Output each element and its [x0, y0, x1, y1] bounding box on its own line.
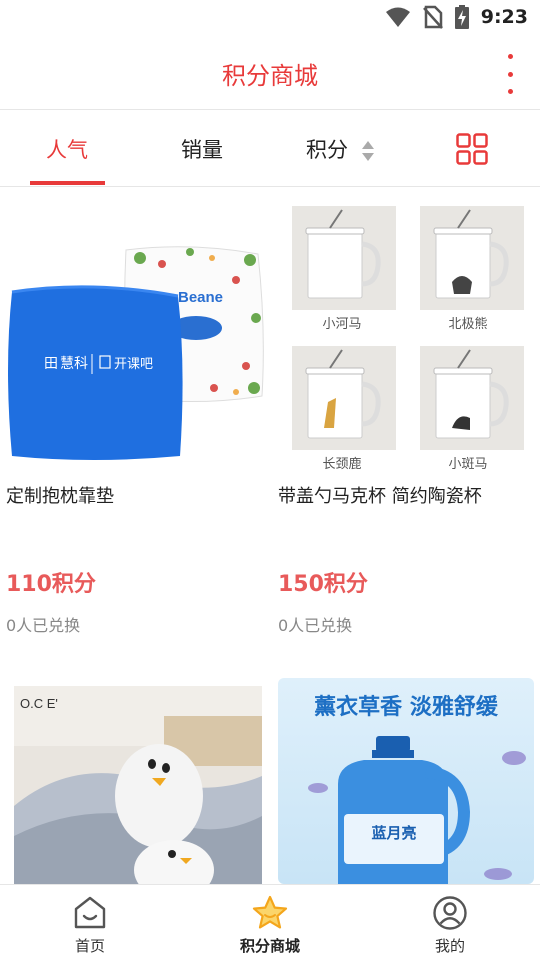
- nav-label: 首页: [74, 937, 105, 955]
- product-image-mugs: 小河马 北极熊 长颈鹿 小斑马: [272, 188, 540, 478]
- sort-arrows-icon: [361, 141, 374, 161]
- dot-icon: [507, 71, 513, 77]
- tab-sales[interactable]: 销量: [181, 135, 223, 165]
- profile-icon: [433, 896, 467, 930]
- more-options-button[interactable]: [502, 54, 518, 94]
- app-header: 积分商城: [0, 36, 540, 110]
- product-card[interactable]: Lo Beane 田 慧科 开课吧 定制抱枕靠垫 110积分 0人已兑换: [0, 188, 270, 658]
- product-name: 定制抱枕靠垫: [6, 486, 114, 507]
- product-card[interactable]: O.C E': [14, 686, 262, 884]
- product-card[interactable]: 薰衣草香 淡雅舒缓 蓝月亮: [278, 678, 534, 884]
- nav-label: 积分商城: [239, 937, 300, 955]
- dot-icon: [507, 54, 513, 59]
- no-sim-icon: [422, 5, 443, 29]
- svg-text:开课吧: 开课吧: [114, 356, 153, 371]
- svg-text:小河马: 小河马: [322, 317, 361, 332]
- product-price: 150积分: [278, 572, 368, 597]
- tab-points[interactable]: 积分: [306, 135, 375, 165]
- product-image-pillows: Lo Beane 田 慧科 开课吧: [8, 246, 264, 460]
- svg-text:长颈鹿: 长颈鹿: [322, 456, 361, 472]
- wifi-icon: [385, 7, 410, 27]
- nav-home[interactable]: 首页: [0, 885, 180, 960]
- exchange-count: 0人已兑换: [278, 616, 353, 635]
- clock: 9:23: [480, 6, 528, 28]
- status-bar: 9:23: [0, 0, 540, 36]
- product-card[interactable]: 小河马 北极熊 长颈鹿 小斑马 带盖勺马克杯 简约陶瓷杯 150积分 0人已兑换: [272, 188, 540, 658]
- svg-text:蓝月亮: 蓝月亮: [371, 824, 416, 842]
- product-image-detergent: 薰衣草香 淡雅舒缓 蓝月亮: [278, 678, 534, 884]
- dot-icon: [507, 89, 513, 94]
- svg-text:北极熊: 北极熊: [448, 316, 487, 332]
- svg-text:田: 田: [44, 355, 58, 371]
- page-title: 积分商城: [222, 62, 318, 90]
- nav-points-mall[interactable]: 积分商城: [180, 885, 360, 960]
- active-tab-indicator: [30, 181, 105, 185]
- svg-text:薰衣草香 淡雅舒缓: 薰衣草香 淡雅舒缓: [314, 694, 499, 720]
- svg-text:O.C E': O.C E': [20, 696, 58, 711]
- svg-text:小斑马: 小斑马: [448, 457, 487, 472]
- grid-view-icon[interactable]: [456, 133, 488, 165]
- product-price: 110积分: [6, 572, 96, 597]
- product-name: 带盖勺马克杯 简约陶瓷杯: [278, 486, 482, 507]
- svg-text:Beane: Beane: [178, 289, 223, 306]
- tab-popularity[interactable]: 人气: [46, 135, 88, 165]
- svg-text:慧科: 慧科: [60, 355, 88, 371]
- nav-label: 我的: [434, 937, 465, 955]
- home-icon: [74, 896, 106, 929]
- product-image-plush: O.C E': [14, 686, 262, 884]
- bottom-navigation: 首页 积分商城 我的: [0, 884, 540, 960]
- nav-profile[interactable]: 我的: [360, 885, 540, 960]
- star-icon: [252, 895, 288, 929]
- exchange-count: 0人已兑换: [6, 616, 81, 635]
- battery-charging-icon: [454, 5, 469, 29]
